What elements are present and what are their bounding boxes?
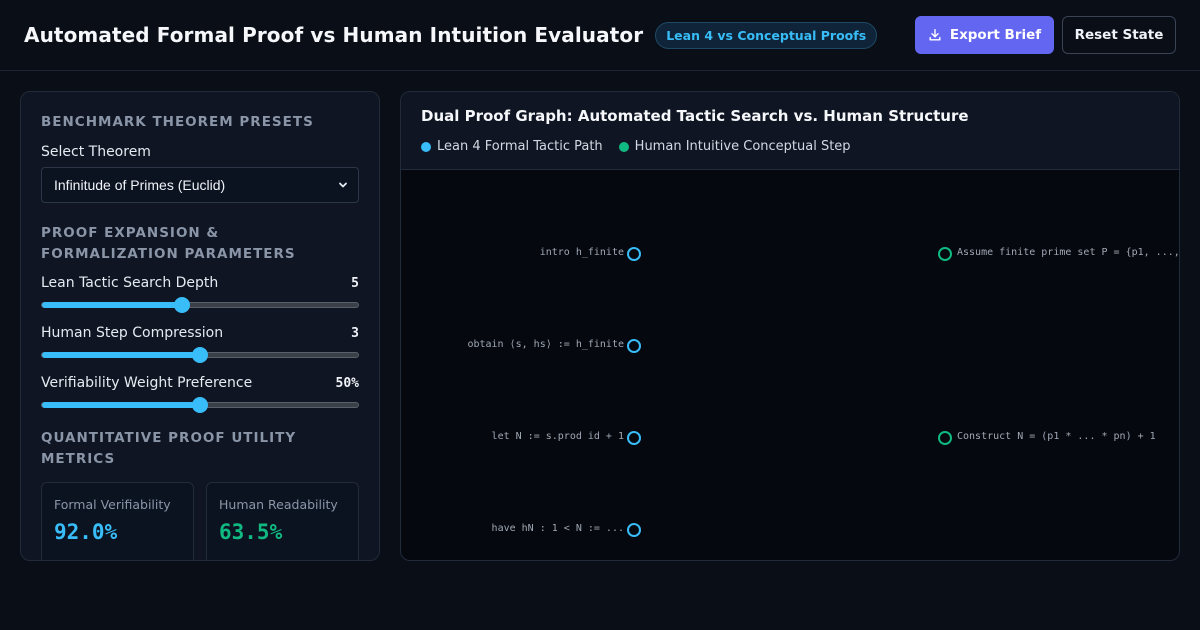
theorem-select-value: Infinitude of Primes (Euclid) [54, 177, 226, 193]
slider-group-compression: Human Step Compression 3 [41, 325, 359, 363]
graph-row: intro h_finite Assume finite prime set P… [401, 244, 1180, 264]
lean-step-label: let N := s.prod id + 1 [491, 431, 624, 442]
human-step-label: Construct N = (p1 * ... * pn) + 1 [957, 431, 1156, 442]
reset-state-button[interactable]: Reset State [1062, 16, 1176, 54]
export-brief-button[interactable]: Export Brief [915, 16, 1054, 54]
lean-step-label: intro h_finite [539, 247, 624, 258]
step-compression-slider[interactable] [41, 347, 359, 363]
metric-card-readability: Human Readability 63.5% [206, 482, 359, 560]
slider-thumb[interactable] [174, 297, 191, 313]
legend-dot-lean [421, 141, 431, 152]
lean-step-node[interactable] [627, 339, 641, 353]
app-header: Automated Formal Proof vs Human Intuitio… [0, 0, 1200, 71]
lean-step-label: obtain ⟨s, hs⟩ := h_finite [467, 339, 624, 350]
slider-value-compression: 3 [351, 326, 359, 341]
slider-fill [42, 352, 200, 358]
control-panel: BENCHMARK THEOREM PRESETS Select Theorem… [20, 91, 380, 561]
legend-dot-human [618, 141, 629, 152]
legend-label: Lean 4 Formal Tactic Path [437, 139, 603, 154]
slider-value-depth: 5 [351, 276, 359, 291]
metric-value: 92.0% [54, 520, 118, 544]
metric-label: Formal Verifiability [54, 497, 171, 512]
params-section-title: PROOF EXPANSION & FORMALIZATION PARAMETE… [41, 225, 296, 262]
slider-group-weight: Verifiability Weight Preference 50% [41, 375, 359, 413]
graph-header: Dual Proof Graph: Automated Tactic Searc… [401, 92, 1179, 170]
metric-value: 63.5% [219, 520, 283, 544]
metric-card-verifiability: Formal Verifiability 92.0% [41, 482, 194, 560]
metric-label: Human Readability [219, 497, 338, 512]
export-brief-label: Export Brief [949, 27, 1042, 43]
graph-title: Dual Proof Graph: Automated Tactic Searc… [421, 107, 969, 125]
slider-fill [42, 402, 200, 408]
graph-row: have hN : 1 < N := ... [401, 520, 1179, 540]
legend-label: Human Intuitive Conceptual Step [634, 139, 851, 154]
select-theorem-label: Select Theorem [41, 144, 151, 160]
slider-value-weight: 50% [335, 376, 359, 391]
slider-label-compression: Human Step Compression [41, 325, 224, 341]
graph-row: obtain ⟨s, hs⟩ := h_finite [401, 336, 1179, 356]
proof-graph-panel: Dual Proof Graph: Automated Tactic Searc… [400, 91, 1180, 561]
human-step-node[interactable] [938, 431, 952, 445]
human-step-node[interactable] [938, 247, 952, 261]
metrics-section-title: QUANTITATIVE PROOF UTILITY METRICS [41, 430, 297, 467]
graph-row: let N := s.prod id + 1 Construct N = (p1… [401, 428, 1179, 448]
slider-fill [42, 302, 183, 308]
human-step-label: Assume finite prime set P = {p1, ..., pn… [957, 247, 1180, 258]
slider-group-depth: Lean Tactic Search Depth 5 [41, 275, 359, 313]
chevron-down-icon [339, 182, 347, 188]
theorem-select[interactable]: Infinitude of Primes (Euclid) [41, 167, 359, 203]
verifiability-weight-slider[interactable] [41, 397, 359, 413]
lean-step-node[interactable] [627, 523, 641, 537]
lean-step-node[interactable] [627, 247, 641, 261]
slider-thumb[interactable] [192, 397, 208, 413]
download-icon [929, 29, 941, 41]
mode-badge: Lean 4 vs Conceptual Proofs [655, 21, 878, 49]
slider-thumb[interactable] [192, 347, 208, 363]
slider-label-depth: Lean Tactic Search Depth [41, 275, 219, 291]
slider-label-weight: Verifiability Weight Preference [41, 375, 253, 391]
metric-cards: Formal Verifiability 92.0% Human Readabi… [41, 482, 359, 560]
header-actions: Export Brief Reset State [915, 16, 1176, 54]
app-title: Automated Formal Proof vs Human Intuitio… [24, 23, 644, 47]
presets-section-title: BENCHMARK THEOREM PRESETS [41, 114, 314, 130]
legend-item-lean: Lean 4 Formal Tactic Path [421, 139, 603, 154]
lean-step-label: have hN : 1 < N := ... [491, 523, 624, 534]
lean-step-node[interactable] [627, 431, 641, 445]
tactic-depth-slider[interactable] [41, 297, 359, 313]
graph-legend: Lean 4 Formal Tactic Path Human Intuitiv… [421, 139, 1159, 154]
graph-canvas: intro h_finite Assume finite prime set P… [401, 170, 1180, 560]
legend-item-human: Human Intuitive Conceptual Step [618, 139, 851, 154]
